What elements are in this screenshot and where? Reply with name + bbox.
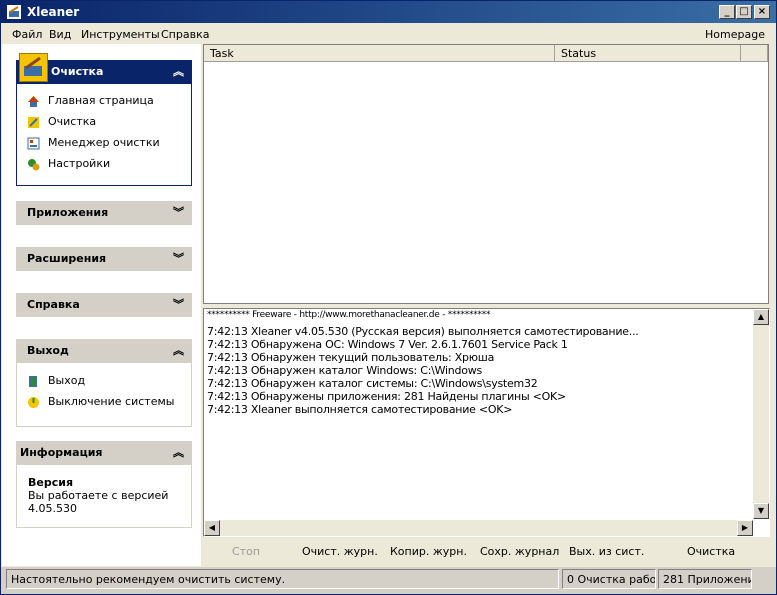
home-icon (28, 96, 39, 107)
sidebar-item-home[interactable]: Главная страница (17, 91, 191, 112)
panel-cleanup-body: Главная страница Очистка Менеджер очистк… (16, 84, 192, 186)
save-log-button[interactable]: Сохр. журнал (480, 545, 559, 558)
panel-exit-body: Выход Выключение системы (16, 363, 192, 427)
exit-door-icon (29, 376, 37, 387)
version-label: Версия (28, 476, 74, 489)
title-bar[interactable]: Xleaner _ □ × (1, 1, 776, 23)
panel-apps-header[interactable]: Приложения ︾ (16, 201, 192, 225)
panel-help: Справка ︾ (16, 293, 192, 317)
sidebar-item-label: Выключение системы (48, 395, 175, 408)
app-window: Xleaner _ □ × Файл Вид Инструменты Справ… (0, 0, 777, 595)
panel-cleanup-title: Очистка (51, 65, 104, 78)
status-message: Настоятельно рекомендуем очистить систем… (6, 569, 559, 589)
sidebar-item-label: Менеджер очистки (48, 136, 160, 149)
panel-exit-title: Выход (27, 344, 69, 357)
log-line: 7:42:13 Обнаружен каталог Windows: C:\Wi… (207, 364, 482, 377)
action-bar: Стоп Очист. журн. Копир. журн. Сохр. жур… (203, 541, 770, 563)
manager-icon (27, 137, 40, 150)
shutdown-icon (28, 397, 39, 408)
panel-apps-title: Приложения (27, 206, 109, 219)
log-line: ********** Freeware - http://www.moretha… (207, 310, 491, 320)
stop-button[interactable]: Стоп (232, 545, 260, 558)
sidebar-item-cleanup[interactable]: Очистка (17, 112, 191, 133)
minimize-button[interactable]: _ (719, 5, 735, 19)
copy-log-button[interactable]: Копир. журн. (390, 545, 467, 558)
panel-info: Информация ︽ Версия Вы работаете с верси… (16, 441, 192, 528)
column-header-filler (741, 45, 768, 62)
log-line: 7:42:13 Обнаружен каталог системы: C:\Wi… (207, 377, 538, 390)
clear-log-button[interactable]: Очист. журн. (302, 545, 378, 558)
menu-help[interactable]: Справка (161, 28, 209, 41)
log-output[interactable]: ********** Freeware - http://www.moretha… (203, 308, 770, 537)
panel-exit-header[interactable]: Выход ︽ (16, 339, 192, 363)
version-text: Вы работаете с версией (28, 489, 169, 502)
sidebar-item-label: Выход (48, 374, 86, 387)
chevron-down-icon[interactable]: ︾ (173, 250, 184, 266)
log-line: 7:42:13 Обнаружен текущий пользователь: … (207, 351, 495, 364)
menu-file[interactable]: Файл (12, 28, 42, 41)
cleanup-big-icon (19, 53, 48, 82)
scroll-down-icon[interactable]: ▼ (753, 503, 769, 519)
panel-cleanup: Очистка ︽ Главная страница Очистка Менед… (16, 53, 192, 186)
sidebar-item-shutdown[interactable]: Выключение системы (17, 392, 191, 413)
chevron-up-icon[interactable]: ︽ (173, 63, 184, 79)
menu-view[interactable]: Вид (49, 28, 71, 41)
broom-icon (28, 117, 39, 128)
chevron-up-icon[interactable]: ︽ (173, 342, 184, 358)
version-number: 4.05.530 (28, 502, 77, 515)
clean-button[interactable]: Очистка (687, 545, 735, 558)
horizontal-scrollbar[interactable]: ◀ ▶ (204, 520, 753, 536)
panel-exit: Выход ︽ Выход Выключение системы (16, 339, 192, 427)
panel-extensions-title: Расширения (27, 252, 107, 265)
panel-help-header[interactable]: Справка ︾ (16, 293, 192, 317)
menu-tools[interactable]: Инструменты (81, 28, 160, 41)
scroll-up-icon[interactable]: ▲ (753, 309, 769, 325)
settings-icon (28, 159, 40, 171)
vertical-scrollbar[interactable]: ▲ ▼ (753, 309, 769, 519)
status-bar: Настоятельно рекомендуем очистить систем… (1, 567, 776, 594)
log-line: 7:42:13 Xleaner v4.05.530 (Русская верси… (207, 325, 639, 338)
column-header-task[interactable]: Task (204, 45, 555, 62)
panel-info-title: Информация (20, 446, 103, 459)
log-line: 7:42:13 Xleaner выполняется самотестиров… (207, 403, 513, 416)
sidebar-item-label: Главная страница (48, 94, 154, 107)
sidebar-item-label: Очистка (48, 115, 97, 128)
window-title: Xleaner (27, 5, 80, 19)
panel-extensions: Расширения ︾ (16, 247, 192, 271)
log-line: 7:42:13 Обнаружена ОС: Windows 7 Ver. 2.… (207, 338, 568, 351)
status-apps-count: 281 Приложений (658, 569, 752, 589)
status-cleanup-count: 0 Очистка рабочи (562, 569, 656, 589)
maximize-button[interactable]: □ (736, 5, 752, 19)
log-line: 7:42:13 Обнаружены приложения: 281 Найде… (207, 390, 566, 403)
homepage-link[interactable]: Homepage (705, 28, 765, 41)
panel-extensions-header[interactable]: Расширения ︾ (16, 247, 192, 271)
menu-bar: Файл Вид Инструменты Справка Homepage (1, 24, 776, 44)
task-list[interactable]: Task Status (203, 44, 769, 304)
app-icon (7, 5, 21, 19)
panel-help-title: Справка (27, 298, 80, 311)
sidebar-item-settings[interactable]: Настройки (17, 154, 191, 175)
close-button[interactable]: × (754, 5, 770, 19)
column-header-status[interactable]: Status (555, 45, 741, 62)
sidebar: Очистка ︽ Главная страница Очистка Менед… (2, 44, 201, 566)
panel-cleanup-header[interactable]: Очистка ︽ (16, 53, 192, 84)
shutdown-button[interactable]: Вых. из сист. (569, 545, 644, 558)
scroll-right-icon[interactable]: ▶ (737, 520, 753, 536)
panel-apps: Приложения ︾ (16, 201, 192, 225)
panel-info-header[interactable]: Информация ︽ (16, 441, 192, 465)
sidebar-item-label: Настройки (48, 157, 111, 170)
chevron-down-icon[interactable]: ︾ (173, 296, 184, 312)
chevron-up-icon[interactable]: ︽ (173, 444, 184, 460)
scroll-left-icon[interactable]: ◀ (204, 520, 220, 536)
panel-info-body: Версия Вы работаете с версией 4.05.530 (16, 465, 192, 528)
sidebar-item-exit[interactable]: Выход (17, 371, 191, 392)
sidebar-item-cleanup-manager[interactable]: Менеджер очистки (17, 133, 191, 154)
chevron-down-icon[interactable]: ︾ (173, 204, 184, 220)
